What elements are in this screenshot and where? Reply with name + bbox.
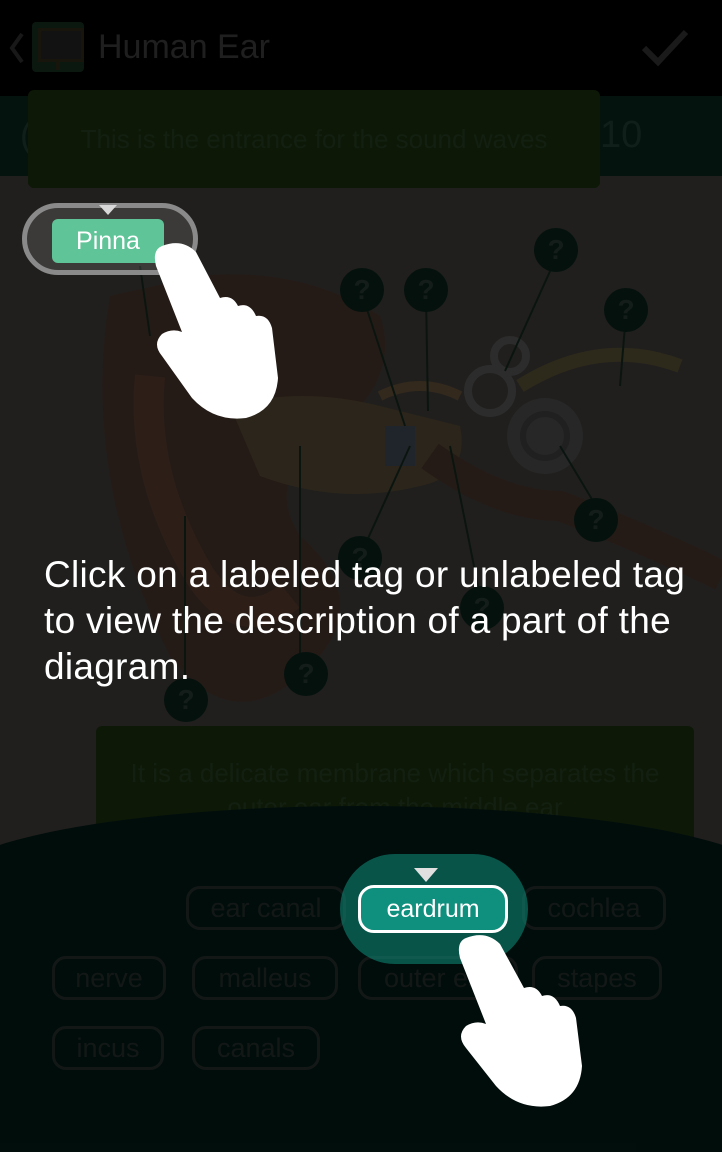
app-bar: Human Ear xyxy=(0,0,722,96)
chevron-left-icon xyxy=(9,32,24,64)
unlabeled-tag-3[interactable]: ? xyxy=(534,228,578,272)
unlabeled-tag-2[interactable]: ? xyxy=(404,268,448,312)
eardrum-pointer-arrow xyxy=(414,868,438,882)
hint-box-top: This is the entrance for the sound waves xyxy=(28,90,600,188)
hand-pointer-icon-top xyxy=(154,243,278,419)
tag-malleus[interactable]: malleus xyxy=(192,956,338,1000)
pinna-pointer-arrow xyxy=(99,205,117,215)
tag-canals[interactable]: canals xyxy=(192,1026,320,1070)
done-button[interactable] xyxy=(640,26,690,70)
back-button[interactable] xyxy=(6,28,28,68)
hand-pointer-icon-bottom xyxy=(458,935,582,1107)
question-counter: 10 xyxy=(600,114,643,156)
tag-nerve[interactable]: nerve xyxy=(52,956,166,1000)
hint-text-top: This is the entrance for the sound waves xyxy=(80,124,548,154)
unlabeled-tag-5[interactable]: ? xyxy=(574,498,618,542)
unlabeled-tag-4[interactable]: ? xyxy=(604,288,648,332)
tutorial-instruction: Click on a labeled tag or unlabeled tag … xyxy=(44,554,686,687)
tag-incus[interactable]: incus xyxy=(52,1026,164,1070)
tag-eardrum[interactable]: eardrum xyxy=(358,885,508,933)
page-title: Human Ear xyxy=(98,28,270,66)
board-icon xyxy=(32,22,84,72)
unlabeled-tag-1[interactable]: ? xyxy=(340,268,384,312)
checkmark-icon xyxy=(641,29,689,67)
tag-ear-canal[interactable]: ear canal xyxy=(186,886,346,930)
tag-cochlea[interactable]: cochlea xyxy=(522,886,666,930)
